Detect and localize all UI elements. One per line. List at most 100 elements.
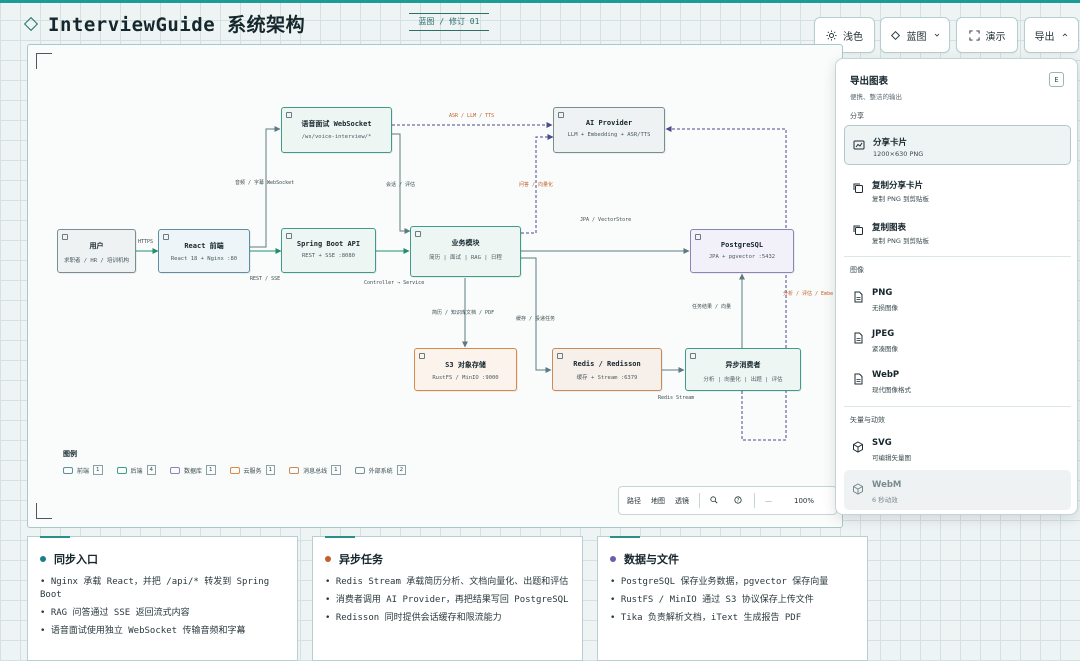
node-icon	[695, 234, 701, 240]
cube-icon	[853, 441, 863, 453]
card-title: 数据与文件	[610, 551, 679, 567]
edge-label: 简历 / 知识库文档 / PDF	[432, 310, 495, 316]
legend-swatch	[116, 466, 127, 474]
legend-label: 数据库	[184, 467, 203, 475]
search-icon[interactable]	[710, 495, 718, 506]
node-subtitle: LLM + Embedding + ASR/TTS	[567, 132, 651, 138]
style-label: 蓝图	[906, 31, 927, 43]
export-button[interactable]: 导出	[1024, 17, 1079, 53]
card-title-text: 异步任务	[339, 553, 383, 566]
card-title: 同步入口	[40, 551, 98, 567]
section-share: 分享	[850, 112, 864, 120]
divider	[754, 493, 755, 508]
node-voice-websocket[interactable]: 语音面试 WebSocket /ws/voice-interview/*	[281, 107, 392, 153]
node-title: 异步消费者	[725, 361, 761, 369]
legend-item: 消息总线 1	[289, 465, 341, 475]
node-user[interactable]: 用户 求职者 / HR / 培训机构	[57, 229, 136, 273]
edge-label: Redis Stream	[658, 395, 695, 401]
legend-item: 前端 1	[63, 465, 103, 475]
divider	[699, 493, 700, 508]
list-item: • PostgreSQL 保存业务数据，pgvector 保存向量	[610, 577, 829, 587]
divider	[844, 406, 1071, 407]
info-cards: 同步入口 • Nginx 承载 React，并把 /api/* 转发到 Spri…	[27, 536, 869, 661]
legend-label: 后端	[130, 467, 143, 475]
node-ai-provider[interactable]: AI Provider LLM + Embedding + ASR/TTS	[553, 107, 665, 153]
node-postgresql[interactable]: PostgreSQL JPA + pgvector :5432	[690, 229, 794, 273]
edge-react-voice	[250, 126, 281, 248]
menu-item-png[interactable]: PNG 无损图像	[844, 278, 1071, 318]
file-icon	[854, 291, 863, 303]
card-title-text: 同步入口	[54, 553, 98, 566]
list-item: • 消费者调用 AI Provider，再把结果写回 PostgreSQL	[325, 595, 569, 605]
menu-item-svg[interactable]: SVG 可编辑矢量图	[844, 428, 1071, 468]
list-item: • Redis Stream 承载简历分析、文档向量化、出题和评估	[325, 577, 569, 587]
diamond-icon	[890, 30, 900, 40]
menu-title: 导出图表	[850, 76, 889, 87]
copy-icon	[853, 225, 863, 235]
card-accent	[325, 536, 355, 538]
menu-item-copy-share-card[interactable]: 复制分享卡片 复制 PNG 到剪贴板	[844, 169, 1071, 209]
legend-item: 数据库 1	[170, 465, 216, 475]
list-item: • RAG 问答通过 SSE 返回流式内容	[40, 608, 190, 618]
section-image: 图像	[850, 266, 864, 274]
node-s3[interactable]: S3 对象存储 RustFS / MinIO :9000	[414, 348, 517, 391]
node-subtitle: REST + SSE :8080	[302, 253, 355, 259]
fullscreen-icon	[968, 29, 980, 41]
style-button[interactable]: 蓝图	[880, 17, 950, 53]
card-list: • Nginx 承载 React，并把 /api/* 转发到 Spring Bo…	[40, 576, 292, 643]
edge-label: 分析 / 评估 / Embe	[783, 291, 834, 297]
copy-icon	[853, 183, 863, 193]
edge-label: 问答 / 向量化	[519, 182, 554, 188]
list-item: • Nginx 承载 React，并把 /api/* 转发到 Spring Bo…	[40, 577, 270, 600]
legend-swatch	[63, 466, 73, 474]
node-spring-boot[interactable]: Spring Boot API REST + SSE :8080	[281, 228, 376, 273]
node-icon	[286, 233, 292, 239]
legend-item: 外部系统 2	[354, 465, 407, 475]
legend-count: 1	[93, 465, 103, 475]
legend-count: 1	[331, 465, 341, 475]
edge-label: 任务结果 / 向量	[692, 304, 732, 310]
present-label: 演示	[985, 31, 1006, 43]
node-react[interactable]: React 前端 React 18 + Nginx :80	[158, 229, 250, 273]
diagram-canvas[interactable]: 用户 求职者 / HR / 培训机构 React 前端 React 18 + N…	[27, 44, 843, 528]
legend-label: 消息总线	[303, 467, 328, 475]
legend-count: 1	[206, 465, 216, 475]
card-sync: 同步入口 • Nginx 承载 React，并把 /api/* 转发到 Spri…	[27, 536, 298, 661]
shortcut-key: E	[1049, 72, 1064, 87]
legend-item: 后端 4	[116, 465, 157, 475]
menu-item-share-card[interactable]: 分享卡片 1200×630 PNG	[844, 125, 1071, 165]
menu-item-webp[interactable]: WebP 现代图像格式	[844, 360, 1071, 400]
edge-label: 音频 / 字幕 WebSocket	[235, 180, 295, 186]
node-icon	[163, 234, 169, 240]
list-item: • RustFS / MinIO 通过 S3 协议保存上传文件	[610, 595, 814, 605]
lens-toggle[interactable]: 透镜	[675, 496, 689, 506]
node-async-consumer[interactable]: 异步消费者 分析 | 向量化 | 出题 | 评估	[685, 348, 801, 391]
node-business[interactable]: 业务模块 简历 | 面试 | RAG | 日程	[410, 226, 521, 277]
card-accent	[40, 536, 70, 538]
node-subtitle: RustFS / MinIO :9000	[432, 375, 499, 381]
menu-item-webm[interactable]: WebM 6 秒动效	[844, 470, 1071, 510]
legend-swatch	[289, 466, 300, 474]
node-icon	[415, 231, 421, 237]
zoom-out-button[interactable]: —	[765, 497, 772, 505]
revision-tag: 蓝图 / 修订 01	[409, 13, 489, 31]
menu-item-copy-chart[interactable]: 复制图表 复制 PNG 到剪贴板	[844, 211, 1071, 251]
card-list: • Redis Stream 承载简历分析、文档向量化、出题和评估 • 消费者调…	[325, 576, 577, 630]
file-icon	[854, 373, 863, 385]
file-icon	[854, 332, 863, 344]
edge-label: ASR / LLM / TTS	[449, 113, 495, 119]
legend-items: 前端 1 后端 4 数据库 1 云服务 1 消息总线 1 外部系统 2	[63, 465, 407, 475]
node-title: AI Provider	[585, 119, 633, 127]
card-title: 异步任务	[325, 551, 383, 567]
map-toggle[interactable]: 地图	[651, 496, 665, 506]
present-button[interactable]: 演示	[956, 17, 1018, 53]
path-toggle[interactable]: 路径	[627, 496, 641, 506]
node-redis[interactable]: Redis / Redisson 缓存 + Stream :6379	[552, 348, 662, 391]
node-title: React 前端	[184, 242, 224, 250]
menu-item-jpeg[interactable]: JPEG 紧凑图像	[844, 319, 1071, 359]
legend-count: 1	[265, 465, 276, 475]
node-subtitle: /ws/voice-interview/*	[301, 134, 372, 140]
zoom-toolbar: 路径 地图 透镜 ? — 100%	[618, 486, 837, 515]
help-icon[interactable]: ?	[734, 495, 742, 506]
legend-count: 4	[146, 465, 157, 475]
